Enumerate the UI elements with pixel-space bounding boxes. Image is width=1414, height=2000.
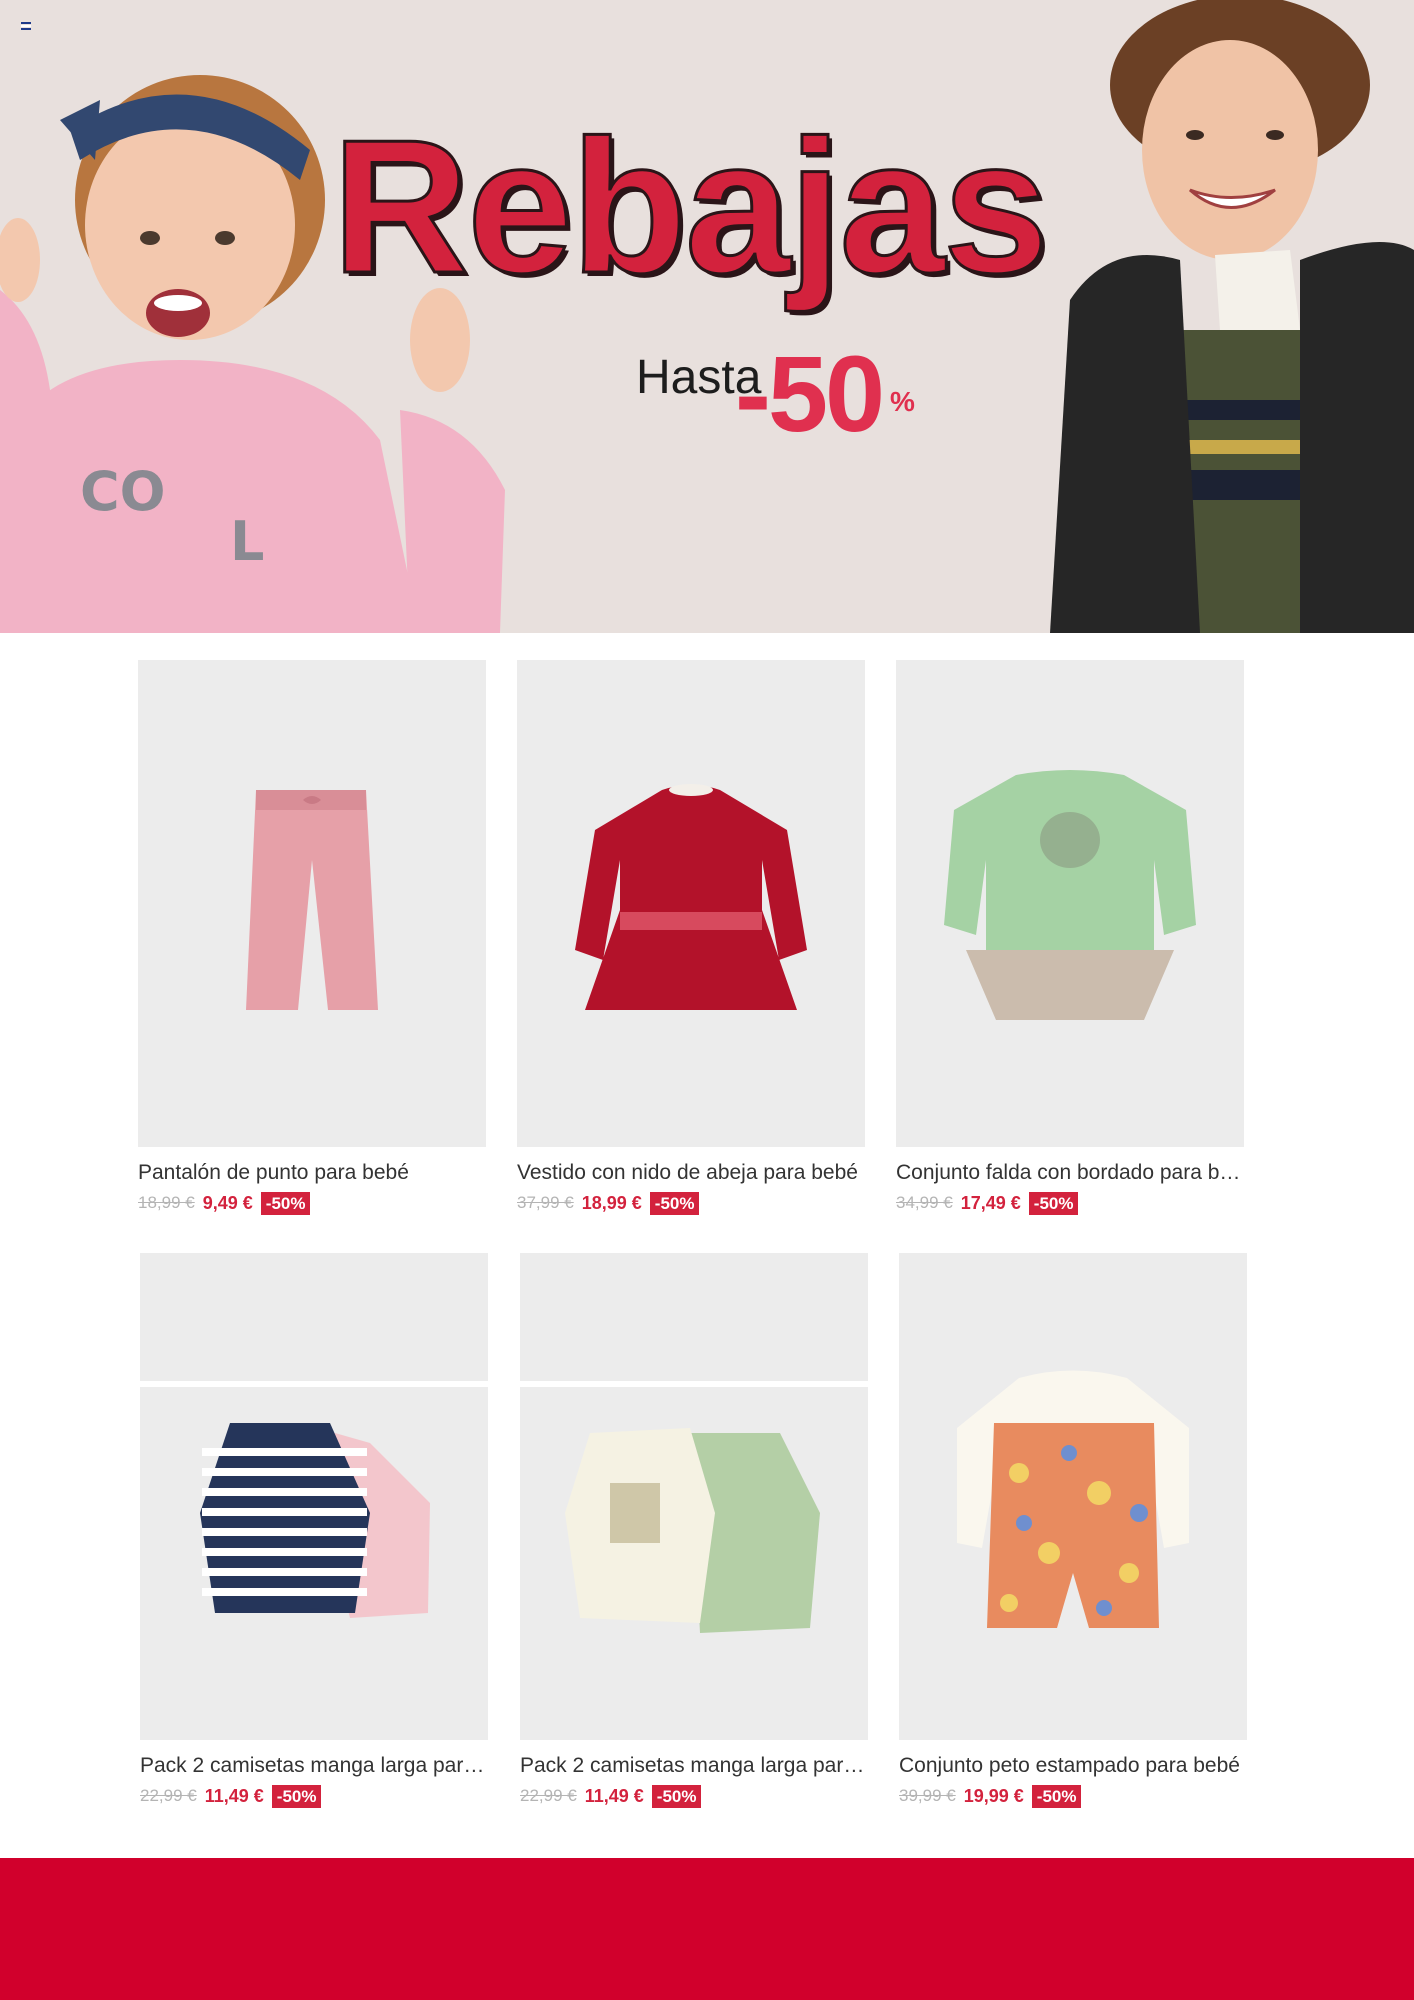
sale-price: 17,49 € <box>960 1192 1021 1213</box>
hero-percent-sign: % <box>890 386 915 417</box>
sale-price: 19,99 € <box>963 1785 1024 1806</box>
pink-pants-icon[interactable] <box>138 660 486 1147</box>
sale-price: 9,49 € <box>202 1192 253 1213</box>
old-price: 18,99 € <box>138 1193 195 1212</box>
sale-price: 11,49 € <box>204 1785 264 1806</box>
svg-text:CO: CO <box>80 460 166 523</box>
red-velvet-dress-icon[interactable] <box>517 660 865 1147</box>
product-card[interactable]: Vestido con nido de abeja para bebé 37,9… <box>517 660 865 1215</box>
price-row: 22,99 € 11,49 € -50% <box>140 1784 488 1808</box>
old-price: 22,99 € <box>140 1786 197 1805</box>
product-card[interactable]: Pantalón de punto para bebé 18,99 € 9,49… <box>138 660 486 1215</box>
sale-price: 18,99 € <box>581 1192 642 1213</box>
product-card[interactable]: Pack 2 camisetas manga larga para bebé 2… <box>140 1253 488 1808</box>
hero-discount: -50 <box>735 333 885 454</box>
product-title[interactable]: Pack 2 camisetas manga larga para bebé <box>520 1754 868 1778</box>
discount-badge: -50% <box>271 1784 322 1808</box>
floral-overall-icon[interactable] <box>899 1253 1247 1740</box>
price-row: 34,99 € 17,49 € -50% <box>896 1191 1244 1215</box>
product-title[interactable]: Conjunto falda con bordado para bebé <box>896 1161 1244 1185</box>
price-row: 18,99 € 9,49 € -50% <box>138 1191 486 1215</box>
boy-photo <box>1050 0 1414 633</box>
product-title[interactable]: Pantalón de punto para bebé <box>138 1161 486 1185</box>
old-price: 37,99 € <box>517 1193 574 1212</box>
printed-shirts-pack-icon[interactable] <box>520 1253 868 1740</box>
footer-band <box>0 1858 1414 2000</box>
product-card[interactable]: Conjunto peto estampado para bebé 39,99 … <box>899 1253 1247 1808</box>
flag-icon <box>21 22 31 30</box>
svg-text:L: L <box>230 510 264 573</box>
price-row: 37,99 € 18,99 € -50% <box>517 1191 865 1215</box>
product-title[interactable]: Pack 2 camisetas manga larga para bebé <box>140 1754 488 1778</box>
striped-shirts-pack-icon[interactable] <box>140 1253 488 1740</box>
discount-badge: -50% <box>1031 1784 1082 1808</box>
hero-banner[interactable]: CO L Rebajas Hasta -50 % <box>0 0 1414 633</box>
old-price: 39,99 € <box>899 1786 956 1805</box>
price-row: 22,99 € 11,49 € -50% <box>520 1784 868 1808</box>
discount-badge: -50% <box>649 1191 700 1215</box>
old-price: 34,99 € <box>896 1193 953 1212</box>
product-title[interactable]: Conjunto peto estampado para bebé <box>899 1754 1247 1778</box>
product-card[interactable]: Conjunto falda con bordado para bebé 34,… <box>896 660 1244 1215</box>
price-row: 39,99 € 19,99 € -50% <box>899 1784 1247 1808</box>
discount-badge: -50% <box>260 1191 311 1215</box>
green-sweater-skirt-icon[interactable] <box>896 660 1244 1147</box>
old-price: 22,99 € <box>520 1786 577 1805</box>
hero-title: Rebajas <box>331 101 1051 313</box>
sale-price: 11,49 € <box>584 1785 644 1806</box>
discount-badge: -50% <box>1028 1191 1079 1215</box>
product-card[interactable]: Pack 2 camisetas manga larga para bebé 2… <box>520 1253 868 1808</box>
discount-badge: -50% <box>651 1784 702 1808</box>
product-title[interactable]: Vestido con nido de abeja para bebé <box>517 1161 865 1185</box>
